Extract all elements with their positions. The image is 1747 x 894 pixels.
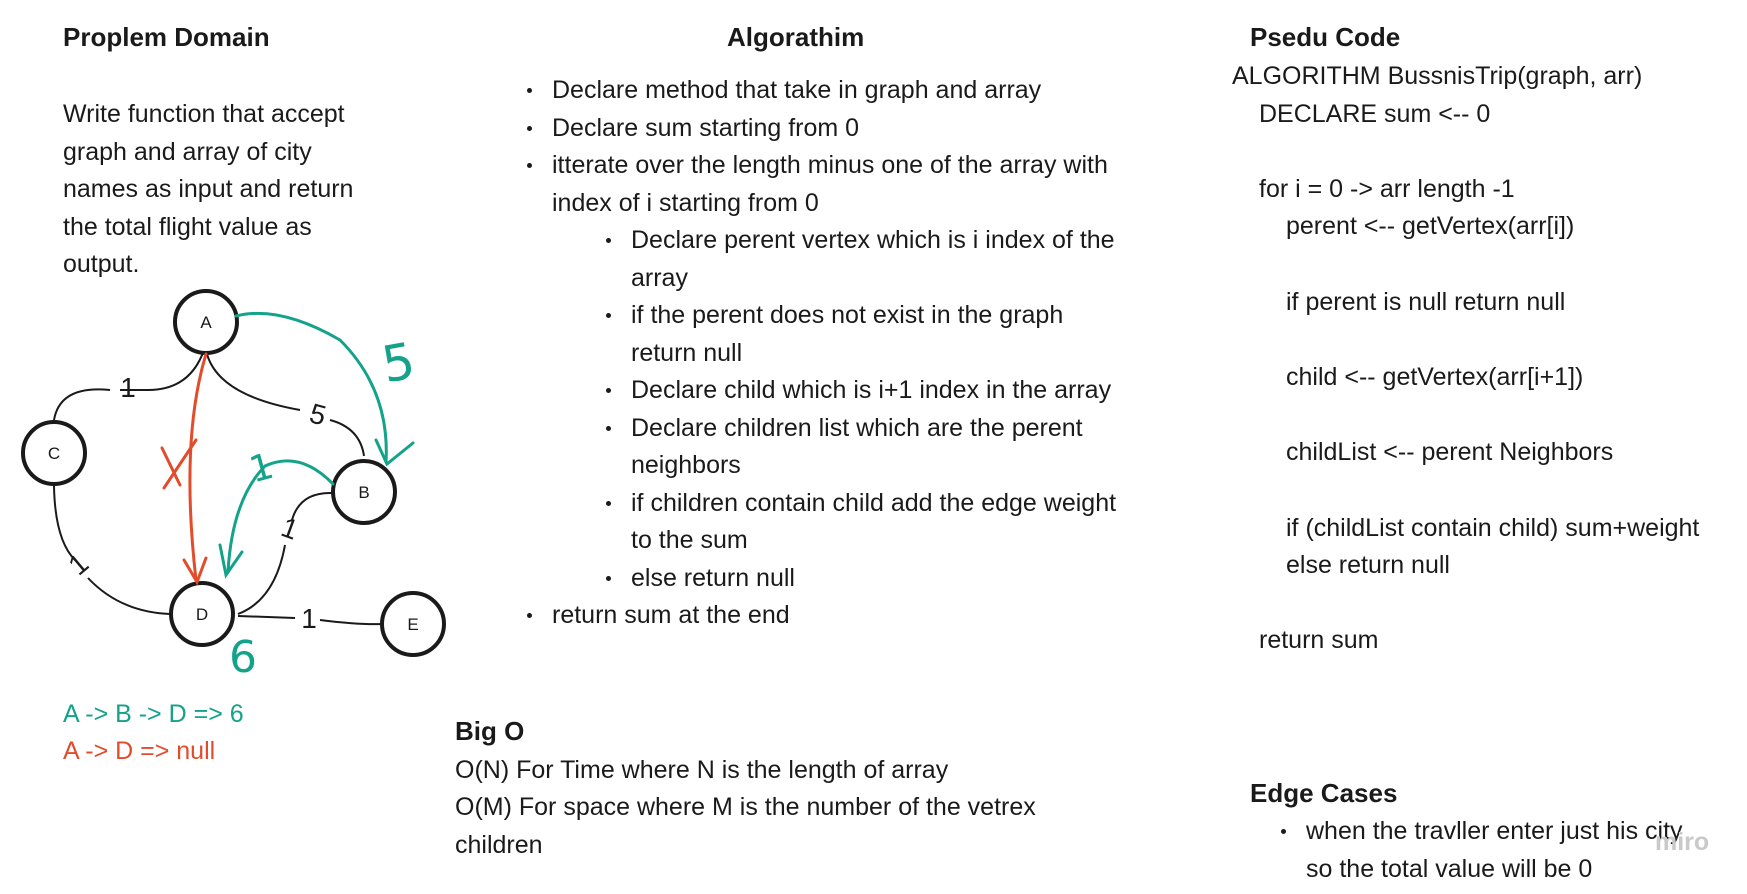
edge-label-a-c: 1 bbox=[120, 372, 136, 403]
problem-domain-title: Proplem Domain bbox=[63, 22, 270, 52]
algorithm-step: Declare sum starting from 0 bbox=[525, 110, 1185, 148]
algorithm-substep: Declare children list which are the pere… bbox=[604, 410, 1204, 485]
algorithm-step: Declare method that take in graph and ar… bbox=[525, 72, 1185, 110]
green-path-result: A -> B -> D => 6 bbox=[63, 700, 244, 728]
edge-label-b-d: 1 bbox=[277, 511, 302, 545]
algorithm-substep: if the perent does not exist in the grap… bbox=[604, 297, 1204, 372]
red-path-result: A -> D => null bbox=[63, 737, 216, 765]
pseudo-line: return sum bbox=[1259, 626, 1379, 654]
algorithm-substep: else return null bbox=[604, 560, 1204, 598]
algorithm-substep: if children contain child add the edge w… bbox=[604, 485, 1204, 560]
miro-watermark: miro bbox=[1655, 828, 1710, 856]
edge-cases-title: Edge Cases bbox=[1250, 778, 1398, 808]
big-o-title: Big O bbox=[455, 716, 525, 746]
red-arrow-a-d bbox=[188, 352, 208, 582]
big-o-space: O(M) For space where M is the number of … bbox=[455, 793, 1036, 859]
green-weight-6: 6 bbox=[229, 632, 257, 680]
graph-diagram: A C B D E 1 5 1 1 1 5 1 6 bbox=[21, 289, 446, 680]
algorithm-substep: Declare perent vertex which is i index o… bbox=[604, 222, 1204, 297]
pseudo-line: child <-- getVertex(arr[i+1]) bbox=[1286, 363, 1584, 391]
node-a-label: A bbox=[200, 313, 212, 332]
node-e-label: E bbox=[407, 615, 418, 634]
problem-line: graph and array of city bbox=[63, 137, 312, 166]
algorithm-substeps: Declare perent vertex which is i index o… bbox=[604, 222, 1204, 597]
pseudo-line: perent <-- getVertex(arr[i]) bbox=[1286, 212, 1575, 240]
pseudo-line: else return null bbox=[1286, 551, 1450, 579]
node-c-label: C bbox=[48, 444, 60, 463]
problem-line: the total flight value as bbox=[63, 212, 312, 241]
node-d-label: D bbox=[196, 605, 208, 624]
edge-a-b bbox=[205, 349, 365, 457]
pseudo-line: childList <-- perent Neighbors bbox=[1286, 438, 1614, 466]
green-arrow-b-d bbox=[226, 459, 335, 574]
green-weight-5: 5 bbox=[378, 332, 419, 395]
node-b-label: B bbox=[358, 483, 369, 502]
problem-description: Write function that accept graph and arr… bbox=[63, 96, 353, 284]
pseudo-line: for i = 0 -> arr length -1 bbox=[1259, 175, 1515, 203]
algorithm-final-step: return sum at the end bbox=[525, 597, 1185, 635]
edge-label-c-d: 1 bbox=[62, 548, 94, 582]
big-o-time: O(N) For Time where N is the length of a… bbox=[455, 756, 949, 784]
algorithm-substep: Declare child which is i+1 index in the … bbox=[604, 372, 1204, 410]
pseudo-line: DECLARE sum <-- 0 bbox=[1259, 100, 1491, 128]
algorithm-step: return sum at the end bbox=[525, 597, 1185, 635]
pseudo-code-title: Psedu Code bbox=[1250, 22, 1401, 52]
pseudo-line: ALGORITHM BussnisTrip(graph, arr) bbox=[1232, 62, 1643, 90]
edge-label-a-b: 5 bbox=[306, 397, 329, 431]
problem-line: Write function that accept bbox=[63, 100, 345, 128]
edge-label-d-e: 1 bbox=[301, 603, 317, 634]
green-arrowhead-b bbox=[374, 438, 415, 467]
green-arrow-a-b bbox=[234, 311, 388, 464]
pseudo-line: if perent is null return null bbox=[1286, 288, 1566, 316]
algorithm-step: itterate over the length minus one of th… bbox=[525, 147, 1185, 222]
algorithm-title: Algorathim bbox=[727, 22, 865, 52]
pseudo-line: if (childList contain child) sum+weight bbox=[1286, 514, 1700, 542]
problem-line: output. bbox=[63, 250, 140, 278]
problem-line: names as input and return bbox=[63, 175, 354, 203]
edge-b-d bbox=[237, 491, 333, 615]
algorithm-steps: Declare method that take in graph and ar… bbox=[525, 72, 1185, 222]
